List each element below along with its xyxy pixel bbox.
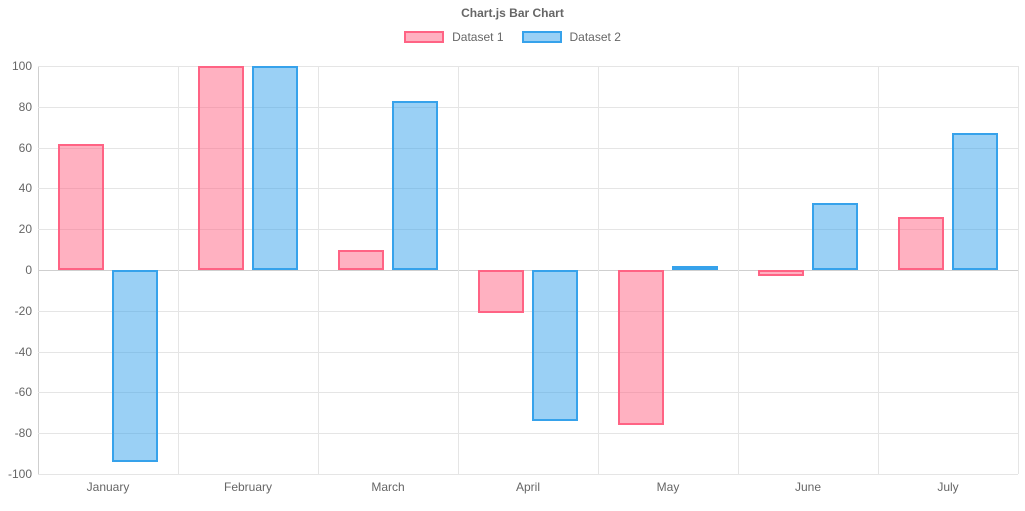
bar-dataset-2-february[interactable] <box>252 66 298 270</box>
bar-dataset-2-january[interactable] <box>112 270 158 462</box>
y-gridline <box>38 188 1018 189</box>
x-axis-tick-label: January <box>87 480 130 494</box>
x-gridline <box>738 66 739 474</box>
bar-dataset-2-may[interactable] <box>672 266 718 270</box>
y-axis-tick-label: 80 <box>19 100 32 114</box>
x-gridline <box>178 66 179 474</box>
y-axis-tick-label: -100 <box>8 467 32 481</box>
x-axis-tick-label: May <box>657 480 680 494</box>
bar-dataset-1-june[interactable] <box>758 270 804 276</box>
y-axis-tick-label: -40 <box>15 345 32 359</box>
legend-item-dataset-1[interactable]: Dataset 1 <box>404 30 503 44</box>
x-gridline <box>598 66 599 474</box>
bar-dataset-1-february[interactable] <box>198 66 244 270</box>
plot-area: -100-80-60-40-20020406080100JanuaryFebru… <box>38 66 1018 474</box>
chart-container: Chart.js Bar Chart Dataset 1 Dataset 2 -… <box>0 0 1025 511</box>
legend-swatch-dataset-2 <box>522 31 562 43</box>
x-axis-tick-label: July <box>937 480 958 494</box>
bar-dataset-2-july[interactable] <box>952 133 998 270</box>
chart-title: Chart.js Bar Chart <box>0 0 1025 20</box>
x-axis-tick-label: March <box>371 480 404 494</box>
x-gridline <box>318 66 319 474</box>
bar-dataset-2-june[interactable] <box>812 203 858 270</box>
y-axis-tick-label: -20 <box>15 304 32 318</box>
bar-dataset-1-may[interactable] <box>618 270 664 425</box>
y-gridline <box>38 229 1018 230</box>
legend-label: Dataset 1 <box>452 30 503 44</box>
y-gridline <box>38 270 1018 271</box>
x-gridline <box>878 66 879 474</box>
y-axis-tick-label: 100 <box>12 59 32 73</box>
y-axis-tick-label: -80 <box>15 426 32 440</box>
x-axis-tick-label: April <box>516 480 540 494</box>
y-gridline <box>38 352 1018 353</box>
y-gridline <box>38 148 1018 149</box>
x-gridline <box>458 66 459 474</box>
y-gridline <box>38 66 1018 67</box>
y-axis-tick-label: 0 <box>25 263 32 277</box>
bar-dataset-2-march[interactable] <box>392 101 438 270</box>
bar-dataset-1-july[interactable] <box>898 217 944 270</box>
y-gridline <box>38 474 1018 475</box>
y-gridline <box>38 392 1018 393</box>
y-gridline <box>38 433 1018 434</box>
x-axis-tick-label: February <box>224 480 272 494</box>
bar-dataset-1-january[interactable] <box>58 144 104 270</box>
y-gridline <box>38 107 1018 108</box>
chart-legend: Dataset 1 Dataset 2 <box>0 30 1025 44</box>
legend-label: Dataset 2 <box>570 30 621 44</box>
x-axis-tick-label: June <box>795 480 821 494</box>
y-axis-tick-label: 40 <box>19 181 32 195</box>
legend-swatch-dataset-1 <box>404 31 444 43</box>
y-axis-tick-label: 20 <box>19 222 32 236</box>
y-gridline <box>38 311 1018 312</box>
legend-item-dataset-2[interactable]: Dataset 2 <box>522 30 621 44</box>
bar-dataset-1-march[interactable] <box>338 250 384 270</box>
bar-dataset-2-april[interactable] <box>532 270 578 421</box>
y-axis-tick-label: -60 <box>15 385 32 399</box>
y-axis-tick-label: 60 <box>19 141 32 155</box>
x-gridline <box>1018 66 1019 474</box>
bar-dataset-1-april[interactable] <box>478 270 524 313</box>
